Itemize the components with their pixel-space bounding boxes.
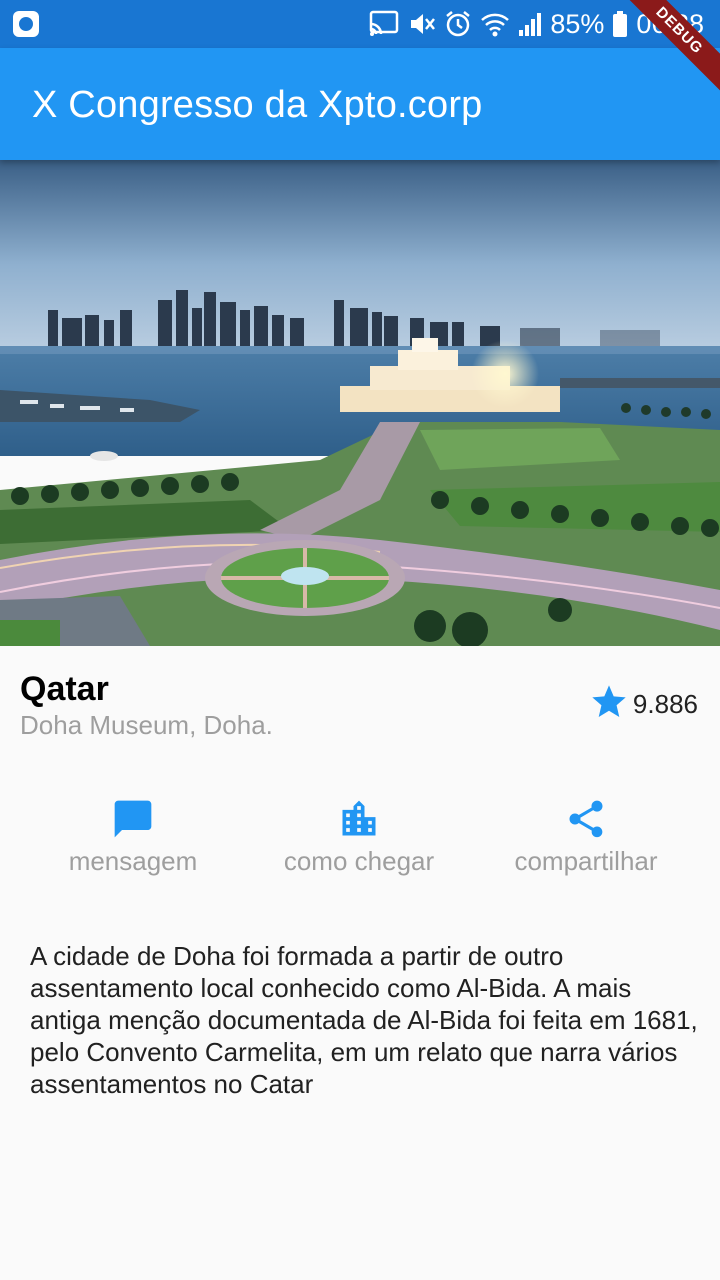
place-subtitle: Doha Museum, Doha. — [20, 710, 273, 740]
location-city-icon[interactable] — [337, 796, 381, 842]
battery-icon — [612, 10, 628, 38]
place-title: Qatar — [20, 670, 109, 708]
message-label: mensagem — [68, 846, 198, 876]
share-button[interactable]: compartilhar — [466, 796, 706, 877]
message-icon[interactable] — [111, 796, 155, 842]
mute-icon — [408, 10, 436, 38]
action-bar: mensagem como chegar compartilhar — [0, 796, 720, 886]
status-bar: 85% 06:38 — [0, 0, 720, 48]
message-button[interactable]: mensagem — [13, 796, 253, 877]
app-bar: X Congresso da Xpto.corp — [0, 48, 720, 160]
app-title: X Congresso da Xpto.corp — [32, 84, 483, 126]
share-icon[interactable] — [564, 796, 608, 842]
directions-button[interactable]: como chegar — [239, 796, 479, 877]
signal-icon — [518, 10, 542, 38]
alarm-icon — [444, 10, 472, 38]
wifi-icon — [480, 10, 510, 38]
star-icon[interactable] — [589, 682, 629, 727]
description-text: A cidade de Doha foi formada a partir de… — [30, 941, 698, 1099]
place-header: Qatar Doha Museum, Doha. 9.886 — [0, 646, 720, 756]
cast-icon — [368, 10, 400, 38]
directions-label: como chegar — [283, 846, 435, 876]
hero-image — [0, 160, 720, 646]
share-label: compartilhar — [514, 846, 658, 876]
battery-percent: 85% — [550, 8, 605, 39]
app-notification-icon — [12, 10, 40, 38]
rating-value: 9.886 — [632, 689, 698, 719]
rating[interactable]: 9.886 — [589, 682, 698, 727]
